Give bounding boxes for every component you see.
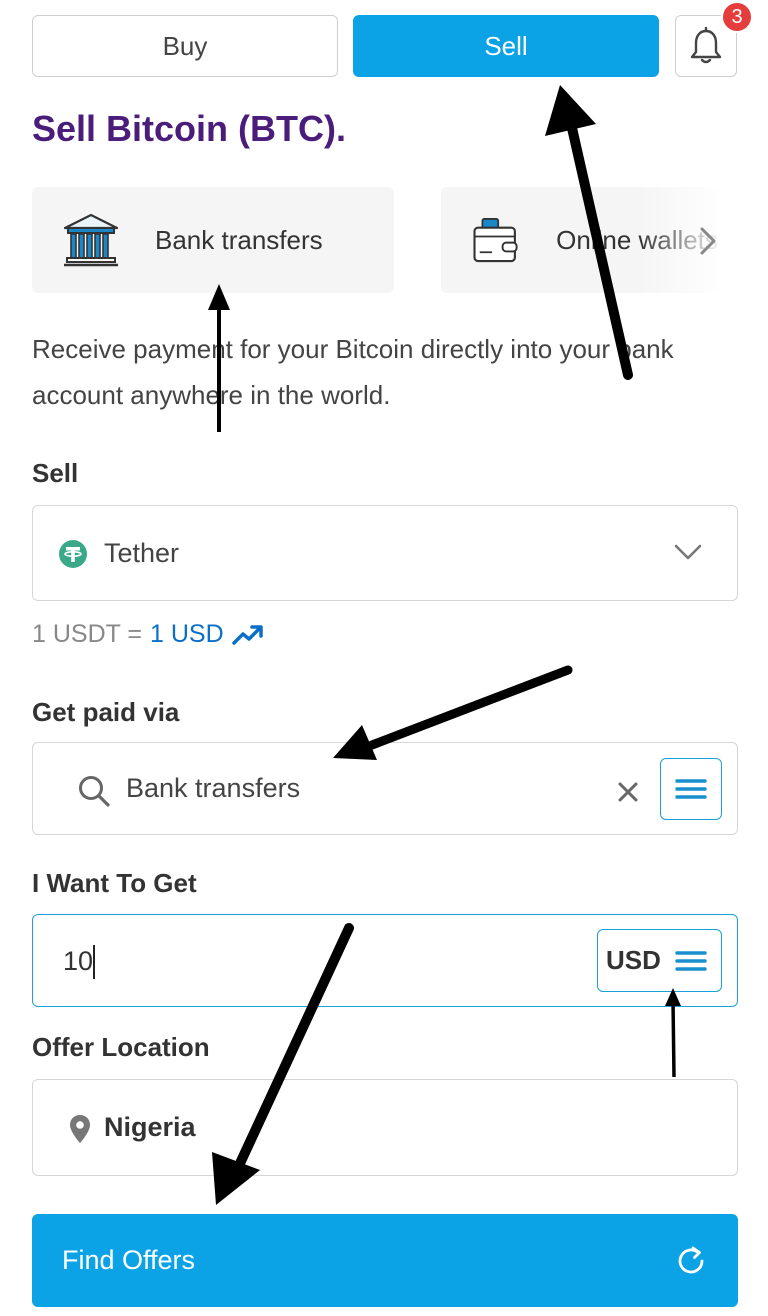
paid-via-label: Get paid via [32,697,180,727]
exchange-rate: 1 USDT = 1 USD [32,620,264,649]
sell-currency-value: Tether [104,538,180,568]
currency-select-button[interactable]: USD [597,929,722,992]
amount-label: I Want To Get [32,868,197,898]
currency-value: USD [606,945,661,975]
sell-tab-button[interactable]: Sell [353,15,659,77]
sell-currency-select[interactable]: Tether [32,505,738,601]
find-offers-button[interactable]: Find Offers [32,1214,738,1307]
location-pin-icon [70,1115,90,1143]
menu-icon [675,950,707,971]
payment-method-search[interactable]: Bank transfers [32,742,738,835]
tether-icon [59,540,87,568]
payment-method-label: Bank transfers [155,224,323,255]
close-icon[interactable] [617,781,639,803]
payment-method-card-bank[interactable]: Bank transfers [32,187,394,293]
menu-icon [675,779,707,799]
location-label: Offer Location [32,1032,210,1062]
payment-method-menu-button[interactable] [660,758,722,820]
bank-icon [63,213,119,267]
page-title: Sell Bitcoin (BTC). [32,108,346,149]
amount-input[interactable]: 10 USD [32,914,738,1007]
search-icon [79,776,110,807]
amount-value: 10 [63,946,94,976]
method-description: Receive payment for your Bitcoin directl… [32,334,674,410]
payment-method-search-value: Bank transfers [126,773,301,803]
buy-tab-button[interactable]: Buy [32,15,338,77]
carousel-next-icon[interactable] [697,226,719,256]
bell-icon [690,27,722,64]
notification-badge: 3 [721,1,753,33]
rate-left: 1 USDT = [32,620,142,648]
rate-right: 1 USD [150,620,224,648]
text-cursor [93,945,95,979]
find-offers-label: Find Offers [62,1245,196,1275]
wallet-icon [473,218,518,263]
sell-label: Sell [32,458,79,488]
trending-up-icon [231,624,263,645]
chevron-down-icon [674,544,702,560]
refresh-icon [678,1246,704,1273]
location-value: Nigeria [104,1112,196,1142]
location-select[interactable]: Nigeria [32,1079,738,1176]
